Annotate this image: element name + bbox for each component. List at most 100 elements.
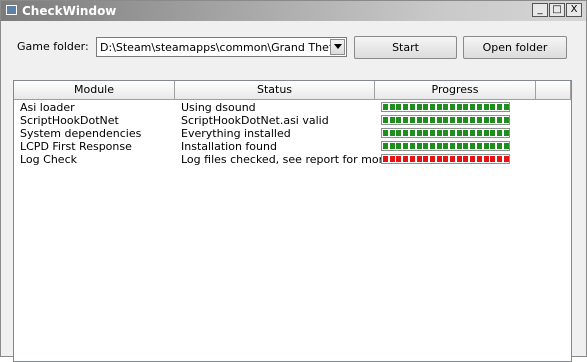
check-window: CheckWindow _ □ X Game folder: D:\Steam\… (0, 0, 587, 362)
progress-segment (416, 156, 422, 162)
progress-segment (423, 156, 429, 162)
progress-segment (423, 130, 429, 136)
progress-segment (496, 117, 502, 123)
progress-segment (403, 156, 409, 162)
progress-segment (423, 117, 429, 123)
module-status: ScriptHookDotNet.asi valid (181, 114, 329, 127)
progress-segment (470, 104, 476, 110)
column-header-progress[interactable]: Progress (375, 81, 536, 100)
progress-segment (409, 117, 415, 123)
game-folder-value[interactable]: D:\Steam\steamapps\common\Grand Theft Au… (100, 41, 330, 54)
module-status: Log files checked, see report for more (181, 153, 390, 166)
progress-segment (416, 117, 422, 123)
progress-segment (503, 143, 509, 149)
table-row[interactable]: LCPD First Response Installation found (14, 140, 571, 153)
combobox-dropdown-button[interactable] (330, 39, 345, 55)
progress-segment (483, 130, 489, 136)
progress-segment (396, 117, 402, 123)
progress-segment (423, 143, 429, 149)
progress-segment (450, 143, 455, 149)
progress-segment (389, 117, 395, 123)
client-area: Game folder: D:\Steam\steamapps\common\G… (1, 21, 586, 362)
minimize-button[interactable]: _ (532, 3, 548, 17)
progress-segment (496, 156, 502, 162)
progress-segment (409, 130, 415, 136)
module-status: Using dsound (181, 101, 256, 114)
progress-segment (456, 117, 462, 123)
progress-segment (383, 130, 388, 136)
maximize-button[interactable]: □ (549, 3, 565, 17)
progress-segment (383, 156, 388, 162)
progress-segment (450, 156, 455, 162)
progress-segment (429, 156, 435, 162)
progress-segment (423, 104, 429, 110)
progress-bar (381, 154, 510, 164)
progress-segment (436, 143, 442, 149)
progress-segment (389, 143, 395, 149)
progress-segment (389, 104, 395, 110)
progress-segment (409, 156, 415, 162)
open-folder-button[interactable]: Open folder (463, 36, 567, 59)
progress-segment (429, 130, 435, 136)
progress-segment (436, 104, 442, 110)
progress-segment (436, 130, 442, 136)
progress-bar (381, 128, 510, 138)
chevron-down-icon (334, 44, 342, 49)
progress-segment (490, 104, 496, 110)
window-title: CheckWindow (22, 4, 117, 18)
progress-segment (456, 104, 462, 110)
progress-segment (463, 143, 469, 149)
progress-segment (403, 130, 409, 136)
progress-segment (456, 156, 462, 162)
progress-segment (436, 156, 442, 162)
progress-bar (381, 102, 510, 112)
game-folder-combobox[interactable]: D:\Steam\steamapps\common\Grand Theft Au… (96, 37, 347, 57)
progress-segment (443, 156, 449, 162)
progress-segment (470, 117, 476, 123)
progress-segment (383, 143, 388, 149)
progress-segment (463, 130, 469, 136)
table-row[interactable]: Log Check Log files checked, see report f… (14, 153, 571, 166)
column-header-module[interactable]: Module (14, 81, 175, 100)
progress-segment (476, 130, 482, 136)
table-row[interactable]: Asi loader Using dsound (14, 101, 571, 114)
progress-segment (416, 104, 422, 110)
module-name: Log Check (20, 153, 77, 166)
progress-segment (476, 156, 482, 162)
progress-segment (389, 130, 395, 136)
progress-segment (490, 130, 496, 136)
start-button[interactable]: Start (354, 36, 457, 59)
progress-segment (483, 156, 489, 162)
progress-segment (483, 104, 489, 110)
module-name: LCPD First Response (20, 140, 132, 153)
progress-segment (396, 104, 402, 110)
progress-segment (429, 117, 435, 123)
progress-segment (403, 104, 409, 110)
close-button[interactable]: X (566, 3, 582, 17)
progress-segment (470, 130, 476, 136)
module-status: Installation found (181, 140, 277, 153)
progress-segment (490, 156, 496, 162)
progress-segment (476, 143, 482, 149)
module-list[interactable]: Module Status Progress Asi loader Using d… (13, 80, 572, 362)
progress-segment (470, 156, 476, 162)
progress-segment (503, 130, 509, 136)
table-row[interactable]: ScriptHookDotNet ScriptHookDotNet.asi val… (14, 114, 571, 127)
progress-segment (470, 143, 476, 149)
table-row[interactable]: System dependencies Everything installed (14, 127, 571, 140)
progress-segment (456, 130, 462, 136)
progress-segment (503, 104, 509, 110)
module-name: Asi loader (20, 101, 75, 114)
progress-segment (396, 130, 402, 136)
title-bar[interactable]: CheckWindow _ □ X (1, 1, 586, 21)
progress-segment (389, 156, 395, 162)
progress-segment (396, 156, 402, 162)
module-status: Everything installed (181, 127, 291, 140)
progress-segment (443, 130, 449, 136)
progress-segment (463, 117, 469, 123)
progress-segment (436, 117, 442, 123)
progress-segment (476, 117, 482, 123)
progress-segment (463, 156, 469, 162)
column-header-status[interactable]: Status (175, 81, 375, 100)
progress-segment (496, 104, 502, 110)
